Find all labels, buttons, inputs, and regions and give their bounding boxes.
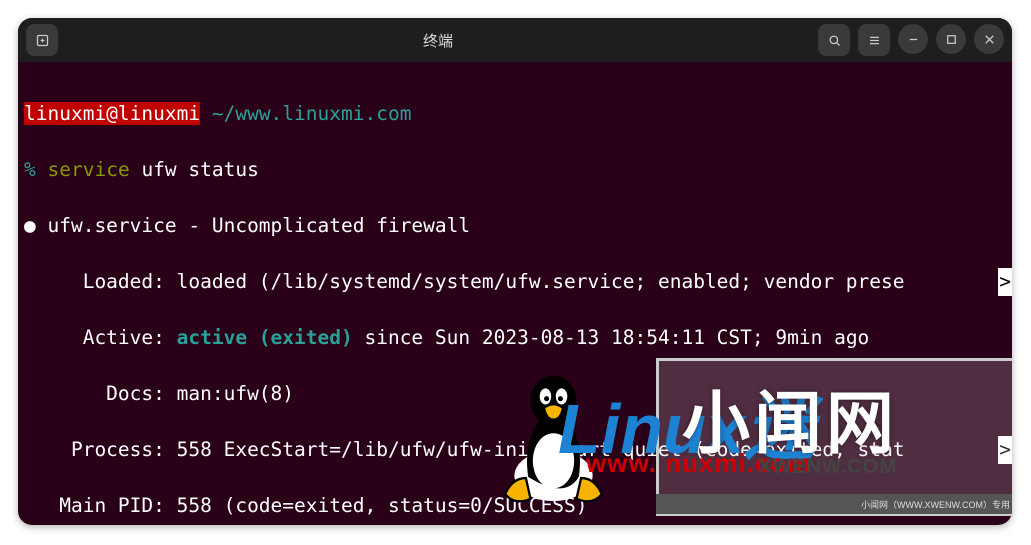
prompt-path: ~/www.linuxmi.com	[212, 102, 412, 125]
scroll-indicator: >	[998, 268, 1012, 296]
process-label: Process:	[24, 438, 165, 461]
titlebar: 终端	[18, 18, 1012, 62]
active-status: active (exited)	[165, 326, 353, 349]
maximize-button[interactable]	[936, 24, 966, 54]
close-button[interactable]	[974, 24, 1004, 54]
docs-value: man:ufw(8)	[165, 382, 294, 405]
loaded-label: Loaded:	[24, 270, 165, 293]
process-value: 558 ExecStart=/lib/ufw/ufw-init start qu…	[165, 438, 905, 461]
prompt-symbol: %	[24, 158, 36, 181]
new-tab-button[interactable]	[26, 24, 58, 56]
terminal-content[interactable]: linuxmi@linuxmi ~/www.linuxmi.com % serv…	[18, 62, 1012, 525]
mainpid-label: Main PID:	[24, 494, 165, 517]
mainpid-value: 558 (code=exited, status=0/SUCCESS)	[165, 494, 588, 517]
active-since: since Sun 2023-08-13 18:54:11 CST; 9min …	[353, 326, 870, 349]
command-args: ufw status	[141, 158, 258, 181]
search-button[interactable]	[818, 24, 850, 56]
window-title: 终端	[58, 30, 818, 51]
terminal-window: 终端 linuxmi@linuxmi ~/www.linuxmi.com % s…	[18, 18, 1012, 525]
menu-button[interactable]	[858, 24, 890, 56]
prompt-userhost: linuxmi@linuxmi	[24, 102, 200, 125]
scroll-indicator: >	[998, 436, 1012, 464]
loaded-value: loaded (/lib/systemd/system/ufw.service;…	[165, 270, 905, 293]
command-name: service	[48, 158, 130, 181]
docs-label: Docs:	[24, 382, 165, 405]
active-label: Active:	[24, 326, 165, 349]
service-header: ufw.service - Uncomplicated firewall	[47, 214, 470, 237]
minimize-button[interactable]	[898, 24, 928, 54]
